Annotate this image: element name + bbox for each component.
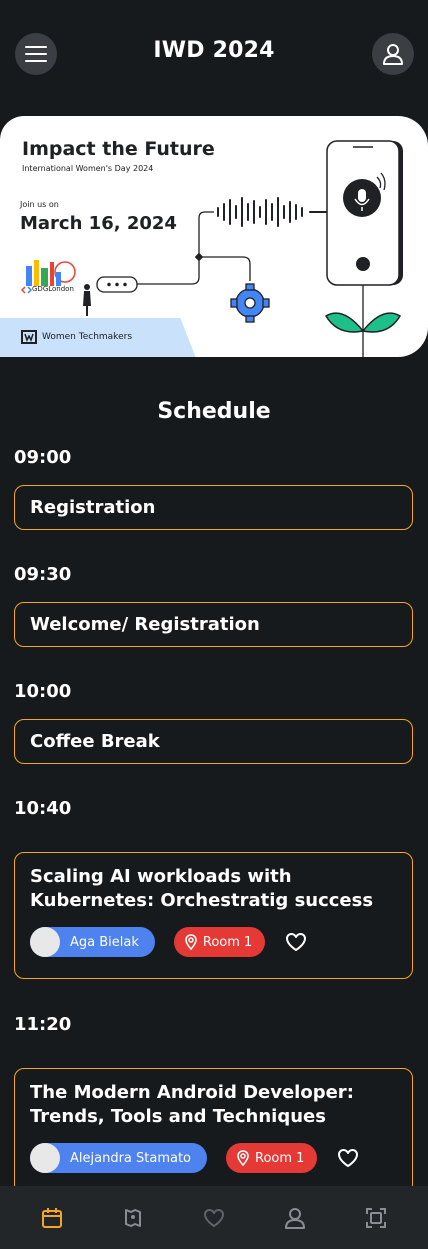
session-title: Scaling AI workloads with Kubernetes: Or…	[30, 866, 374, 911]
nav-favorites[interactable]	[194, 1198, 234, 1238]
schedule-title: Schedule	[157, 399, 271, 424]
slot-time: 10:40	[14, 798, 72, 819]
avatar	[30, 927, 60, 957]
heart-icon	[286, 933, 307, 951]
map-icon	[125, 1208, 142, 1227]
room-label: Room 1	[202, 934, 253, 950]
favorite-button[interactable]	[337, 1147, 359, 1169]
speaker-chip[interactable]: Alejandra Stamato	[30, 1143, 208, 1173]
slot-time: 10:00	[14, 681, 72, 702]
session-meta: Alejandra Stamato Room 1	[30, 1143, 397, 1173]
room-label: Room 1	[255, 1150, 305, 1166]
nav-scan[interactable]	[356, 1198, 396, 1238]
wtm-logo-icon	[21, 330, 37, 344]
person-icon	[284, 1207, 305, 1229]
slot-time: 11:20	[14, 1014, 72, 1035]
bottom-nav	[0, 1186, 428, 1249]
banner-wtm-label: Women Techmakers	[42, 332, 133, 342]
slot-time: 09:30	[14, 564, 72, 585]
sound-wave-icon	[217, 197, 327, 227]
user-icon	[383, 44, 403, 65]
top-bar: IWD 2024	[0, 0, 428, 108]
location-pin-icon	[185, 934, 197, 950]
avatar	[30, 1143, 60, 1173]
app-title: IWD 2024	[153, 38, 275, 63]
heart-icon	[203, 1208, 224, 1227]
session-card-registration[interactable]: Registration	[14, 485, 413, 530]
event-banner: Impact the Future International Women's …	[0, 116, 428, 357]
scan-icon	[365, 1207, 386, 1228]
favorite-button[interactable]	[285, 931, 307, 953]
nav-map[interactable]	[113, 1198, 153, 1238]
session-card-welcome[interactable]: Welcome/ Registration	[14, 602, 413, 647]
gdg-logo-icon	[20, 286, 33, 294]
banner-gdg-label: GDGLondon	[32, 285, 74, 293]
speaker-chip[interactable]: Aga Bielak	[30, 927, 155, 957]
nav-schedule[interactable]	[32, 1198, 72, 1238]
session-card-talk[interactable]: Scaling AI workloads with Kubernetes: Or…	[14, 852, 413, 979]
london-skyline-icon	[26, 260, 76, 286]
session-card-coffee-break[interactable]: Coffee Break	[14, 719, 413, 764]
session-title: Coffee Break	[30, 731, 160, 752]
room-chip: Room 1	[173, 927, 266, 957]
location-pin-icon	[237, 1150, 249, 1166]
slot-time: 09:00	[14, 447, 72, 468]
session-meta: Aga Bielak Room 1	[30, 927, 397, 957]
session-card-talk[interactable]: The Modern Android Developer: Trends, To…	[14, 1068, 413, 1195]
speaker-name: Aga Bielak	[70, 934, 139, 950]
session-title: Welcome/ Registration	[30, 614, 260, 635]
heart-icon	[338, 1149, 359, 1167]
person-silhouette-icon	[83, 284, 91, 316]
calendar-icon	[42, 1207, 63, 1228]
session-title: Registration	[30, 497, 156, 518]
nav-speakers[interactable]	[275, 1198, 315, 1238]
profile-button[interactable]	[372, 33, 414, 75]
session-title: The Modern Android Developer: Trends, To…	[30, 1082, 354, 1127]
room-chip: Room 1	[226, 1143, 318, 1173]
gear-icon	[230, 283, 270, 323]
phone-icon	[326, 140, 403, 286]
speaker-name: Alejandra Stamato	[70, 1150, 192, 1166]
plant-icon	[324, 285, 402, 357]
